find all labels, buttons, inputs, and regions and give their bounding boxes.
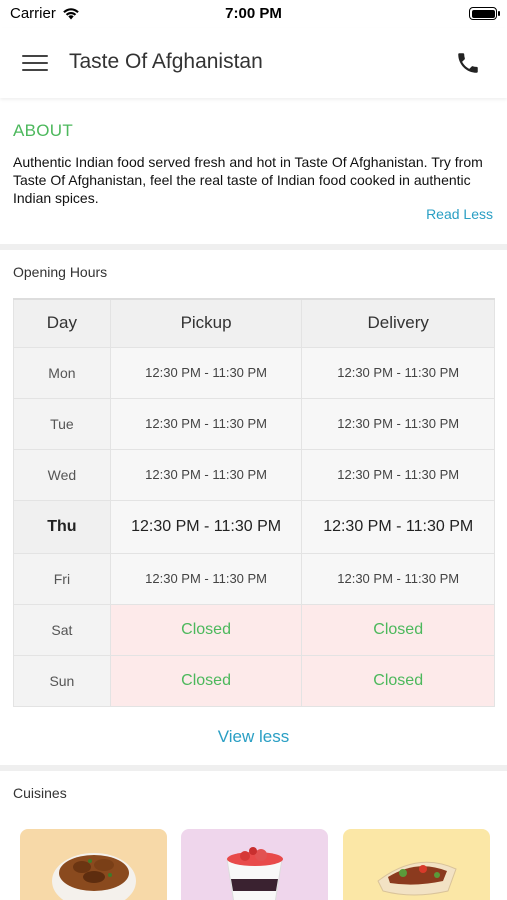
delivery-hours-cell: 12:30 PM - 11:30 PM [301,552,495,605]
table-row: Sat Closed Closed [13,603,495,656]
delivery-hours-cell: 12:30 PM - 11:30 PM [301,397,495,450]
curry-bowl-icon [52,853,136,900]
cuisine-card[interactable] [181,829,328,900]
table-row: Wed 12:30 PM - 11:30 PM 12:30 PM - 11:30… [13,448,495,501]
cuisine-card[interactable] [343,829,490,900]
battery-icon [469,7,500,20]
app-header: Taste Of Afghanistan [0,28,507,98]
column-header-delivery: Delivery [301,298,495,348]
column-header-pickup: Pickup [109,298,303,348]
column-header-day: Day [13,298,111,348]
opening-hours-heading: Opening Hours [13,264,108,280]
wrap-sandwich-icon [377,861,457,896]
opening-hours-table: Day Pickup Delivery Mon 12:30 PM - 11:30… [13,298,495,707]
day-cell: Fri [13,552,111,605]
view-less-link[interactable]: View less [0,727,507,747]
delivery-hours-cell: 12:30 PM - 11:30 PM [301,346,495,399]
status-bar: Carrier 7:00 PM [0,0,507,28]
table-row: Mon 12:30 PM - 11:30 PM 12:30 PM - 11:30… [13,346,495,399]
day-cell: Sun [13,654,111,707]
dessert-parfait-icon [226,847,283,900]
pickup-hours-cell: 12:30 PM - 11:30 PM [109,397,303,450]
pickup-closed-cell: Closed [109,603,303,656]
day-cell: Mon [13,346,111,399]
day-cell: Tue [13,397,111,450]
read-less-link[interactable]: Read Less [426,206,493,222]
cuisine-card[interactable] [20,829,167,900]
status-time: 7:00 PM [225,5,282,22]
section-divider [0,244,507,250]
cuisines-heading: Cuisines [13,785,67,801]
pickup-closed-cell: Closed [109,654,303,707]
day-cell: Sat [13,603,111,656]
phone-icon[interactable] [455,50,481,76]
delivery-hours-cell: 12:30 PM - 11:30 PM [301,448,495,501]
day-cell: Wed [13,448,111,501]
table-row: Sun Closed Closed [13,654,495,707]
table-row: Tue 12:30 PM - 11:30 PM 12:30 PM - 11:30… [13,397,495,450]
delivery-hours-cell: 12:30 PM - 11:30 PM [301,499,495,554]
pickup-hours-cell: 12:30 PM - 11:30 PM [109,448,303,501]
about-description: Authentic Indian food served fresh and h… [13,154,483,206]
day-cell: Thu [13,499,111,554]
section-divider [0,765,507,771]
delivery-closed-cell: Closed [301,654,495,707]
table-row: Fri 12:30 PM - 11:30 PM 12:30 PM - 11:30… [13,552,495,605]
table-row-today: Thu 12:30 PM - 11:30 PM 12:30 PM - 11:30… [13,499,495,554]
pickup-hours-cell: 12:30 PM - 11:30 PM [109,499,303,554]
pickup-hours-cell: 12:30 PM - 11:30 PM [109,346,303,399]
hamburger-menu-icon[interactable] [22,52,48,74]
pickup-hours-cell: 12:30 PM - 11:30 PM [109,552,303,605]
cuisine-carousel [0,829,507,900]
delivery-closed-cell: Closed [301,603,495,656]
restaurant-title: Taste Of Afghanistan [69,50,263,73]
table-header-row: Day Pickup Delivery [13,298,495,348]
about-heading: ABOUT [13,121,74,140]
